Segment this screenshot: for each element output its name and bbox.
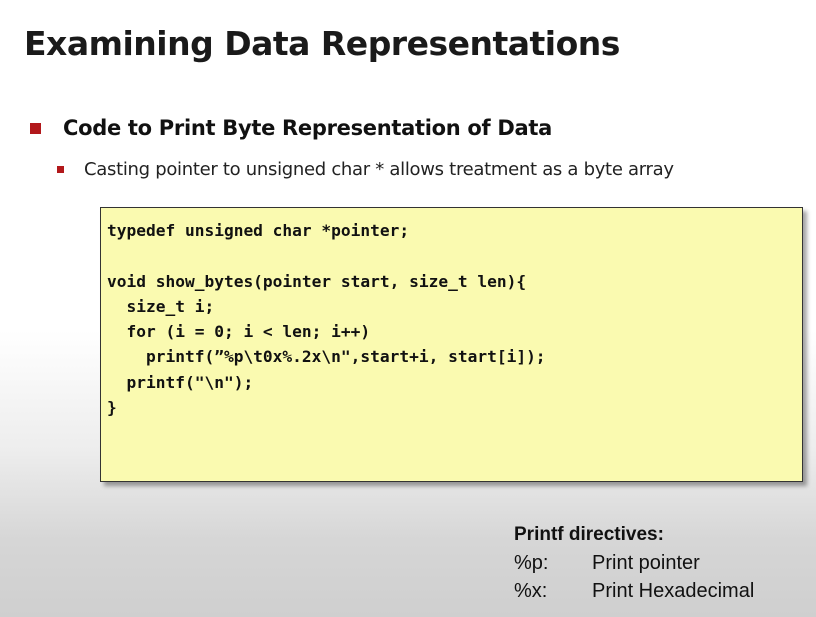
directive-code: %p: bbox=[514, 552, 549, 574]
code-line: void show_bytes(pointer start, size_t le… bbox=[107, 271, 527, 291]
code-line: size_t i; bbox=[107, 296, 215, 316]
bullet-level-1: Code to Print Byte Representation of Dat… bbox=[30, 116, 552, 140]
directive-row: %x: Print Hexadecimal bbox=[514, 577, 754, 605]
printf-directives: Printf directives: %p: Print pointer %x:… bbox=[514, 521, 754, 605]
directive-description: Print pointer bbox=[592, 552, 700, 574]
small-red-square-bullet-icon bbox=[57, 166, 64, 173]
code-line: for (i = 0; i < len; i++) bbox=[107, 322, 371, 342]
directive-code: %x: bbox=[514, 580, 548, 602]
code-line: } bbox=[107, 398, 117, 418]
code-line: printf(”%p\t0x%.2x\n",start+i, start[i])… bbox=[107, 347, 546, 367]
bullet-level-2-text: Casting pointer to unsigned char * allow… bbox=[84, 159, 674, 180]
bullet-level-2: Casting pointer to unsigned char * allow… bbox=[57, 159, 674, 180]
red-square-bullet-icon bbox=[30, 122, 41, 134]
code-block: typedef unsigned char *pointer; void sho… bbox=[100, 207, 803, 482]
directives-title: Printf directives: bbox=[514, 524, 664, 545]
directive-description: Print Hexadecimal bbox=[592, 580, 755, 602]
code-line: typedef unsigned char *pointer; bbox=[107, 221, 410, 240]
bullet-level-1-text: Code to Print Byte Representation of Dat… bbox=[63, 116, 552, 140]
code-line: printf("\n"); bbox=[107, 372, 254, 392]
code-lines: typedef unsigned char *pointer; void sho… bbox=[107, 218, 546, 420]
directive-row: %p: Print pointer bbox=[514, 549, 754, 577]
slide-title: Examining Data Representations bbox=[24, 24, 620, 63]
